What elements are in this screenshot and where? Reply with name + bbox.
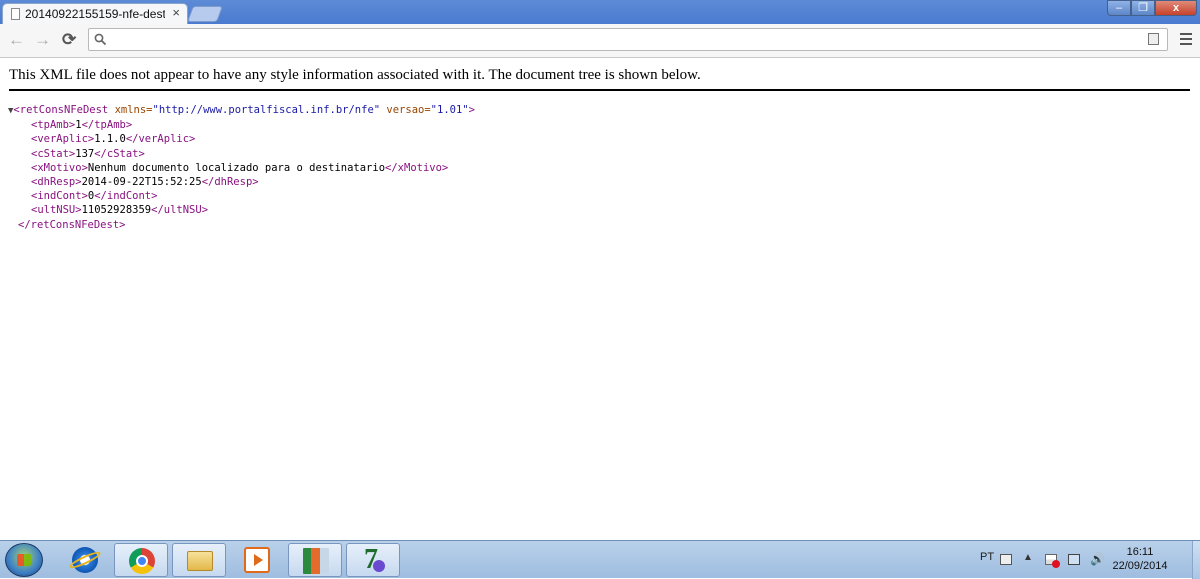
language-indicator[interactable]: PT (980, 551, 994, 563)
taskbar-item-ie[interactable] (58, 543, 112, 577)
folder-icon (187, 551, 213, 571)
xml-close-tag: </cStat> (94, 147, 145, 160)
xml-attr-value: "http://www.portalfiscal.inf.br/nfe" (152, 104, 381, 116)
app-icon (361, 544, 387, 576)
tab-close-button[interactable]: × (172, 6, 180, 20)
action-center-flag-icon[interactable] (1045, 554, 1060, 568)
xml-open-tag: <ultNSU> (31, 204, 82, 217)
start-button[interactable] (5, 543, 43, 577)
back-button[interactable]: ← (8, 30, 25, 50)
clock-date: 22/09/2014 (1112, 560, 1168, 572)
keyboard-icon[interactable] (1000, 554, 1012, 565)
close-window-button[interactable]: x (1155, 0, 1197, 16)
reload-button[interactable]: ⟳ (62, 30, 76, 50)
taskbar-item-app[interactable] (288, 543, 342, 577)
page-action-icon[interactable] (1148, 33, 1159, 45)
network-icon[interactable] (1068, 554, 1080, 565)
xml-value: Nenhum documento localizado para o desti… (87, 161, 386, 174)
browser-toolbar: ← → ⟳ (0, 24, 1200, 58)
file-icon (11, 8, 20, 20)
xml-element-line: <ultNSU>11052928359</ultNSU> (8, 203, 475, 217)
xml-element-line: <tpAmb>1</tpAmb> (8, 118, 475, 132)
xml-value: 11052928359 (81, 204, 152, 217)
xml-open-tag: <xMotivo> (31, 161, 88, 174)
xml-element-line: <indCont>0</indCont> (8, 189, 475, 203)
browser-tab[interactable]: 20140922155159-nfe-dest. × (2, 3, 188, 24)
xml-root-line: ▼<retConsNFeDest xmlns="http://www.porta… (8, 103, 475, 118)
xml-element-line: <xMotivo>Nenhum documento localizado par… (8, 161, 475, 175)
xml-attr-value: "1.01" (430, 104, 469, 116)
forward-button[interactable]: → (34, 30, 51, 50)
show-hidden-icons-icon[interactable]: ▲ (1023, 552, 1033, 563)
xml-tree: ▼<retConsNFeDest xmlns="http://www.porta… (8, 103, 475, 232)
xml-open-tag: <dhResp> (31, 176, 82, 189)
volume-icon[interactable]: 🔊 (1090, 552, 1105, 566)
show-desktop-button[interactable] (1192, 541, 1200, 579)
internet-explorer-icon (72, 547, 98, 573)
xml-element-line: <cStat>137</cStat> (8, 147, 475, 161)
xml-open-tag: <indCont> (31, 190, 88, 203)
xml-open-tag: <cStat> (31, 147, 76, 160)
clock-time: 16:11 (1126, 546, 1154, 558)
xml-root-close-line: </retConsNFeDest> (8, 218, 475, 232)
divider (9, 89, 1190, 91)
xml-root-close-tag: </retConsNFeDest> (18, 218, 126, 231)
xml-element-line: <dhResp>2014-09-22T15:52:25</dhResp> (8, 175, 475, 189)
taskbar: PT ▲ 🔊 16:11 22/09/2014 (0, 540, 1200, 579)
xml-root-open-tag: <retConsNFeDest (13, 104, 109, 116)
xml-close-tag: </verAplic> (125, 133, 196, 146)
xml-close-tag: </ultNSU> (151, 204, 209, 217)
xml-value: 1.1.0 (94, 133, 126, 146)
address-bar[interactable] (88, 28, 1168, 51)
clock[interactable]: 16:11 22/09/2014 (1110, 545, 1170, 573)
minimize-button[interactable]: – (1107, 0, 1131, 16)
taskbar-item-chrome[interactable] (114, 543, 168, 577)
browser-titlebar: 20140922155159-nfe-dest. × – ❐ x (0, 0, 1200, 24)
xml-value: 137 (75, 147, 95, 160)
xml-close-tag: </tpAmb> (81, 119, 133, 132)
app-icon (303, 548, 329, 574)
media-player-icon (244, 547, 270, 573)
xml-open-tag: <verAplic> (31, 133, 95, 146)
menu-icon[interactable] (1180, 33, 1192, 48)
xml-close-tag: </dhResp> (201, 176, 259, 189)
taskbar-item-media-player[interactable] (230, 543, 284, 577)
new-tab-button[interactable] (187, 6, 223, 22)
chrome-icon (129, 548, 155, 574)
xml-attr-name: xmlns= (108, 104, 153, 116)
xml-attr-name: versao= (380, 104, 431, 116)
xml-tag-end: > (468, 104, 475, 116)
search-icon (94, 33, 107, 46)
xml-info-message: This XML file does not appear to have an… (9, 67, 701, 83)
xml-close-tag: </xMotivo> (385, 161, 449, 174)
tab-title: 20140922155159-nfe-dest. (25, 7, 165, 21)
xml-close-tag: </indCont> (94, 190, 158, 203)
xml-open-tag: <tpAmb> (31, 119, 76, 132)
taskbar-item-explorer[interactable] (172, 543, 226, 577)
maximize-button[interactable]: ❐ (1131, 0, 1155, 16)
page-content: This XML file does not appear to have an… (0, 58, 1200, 540)
xml-element-line: <verAplic>1.1.0</verAplic> (8, 132, 475, 146)
taskbar-item-app2[interactable] (346, 543, 400, 577)
xml-value: 2014-09-22T15:52:25 (81, 176, 202, 189)
